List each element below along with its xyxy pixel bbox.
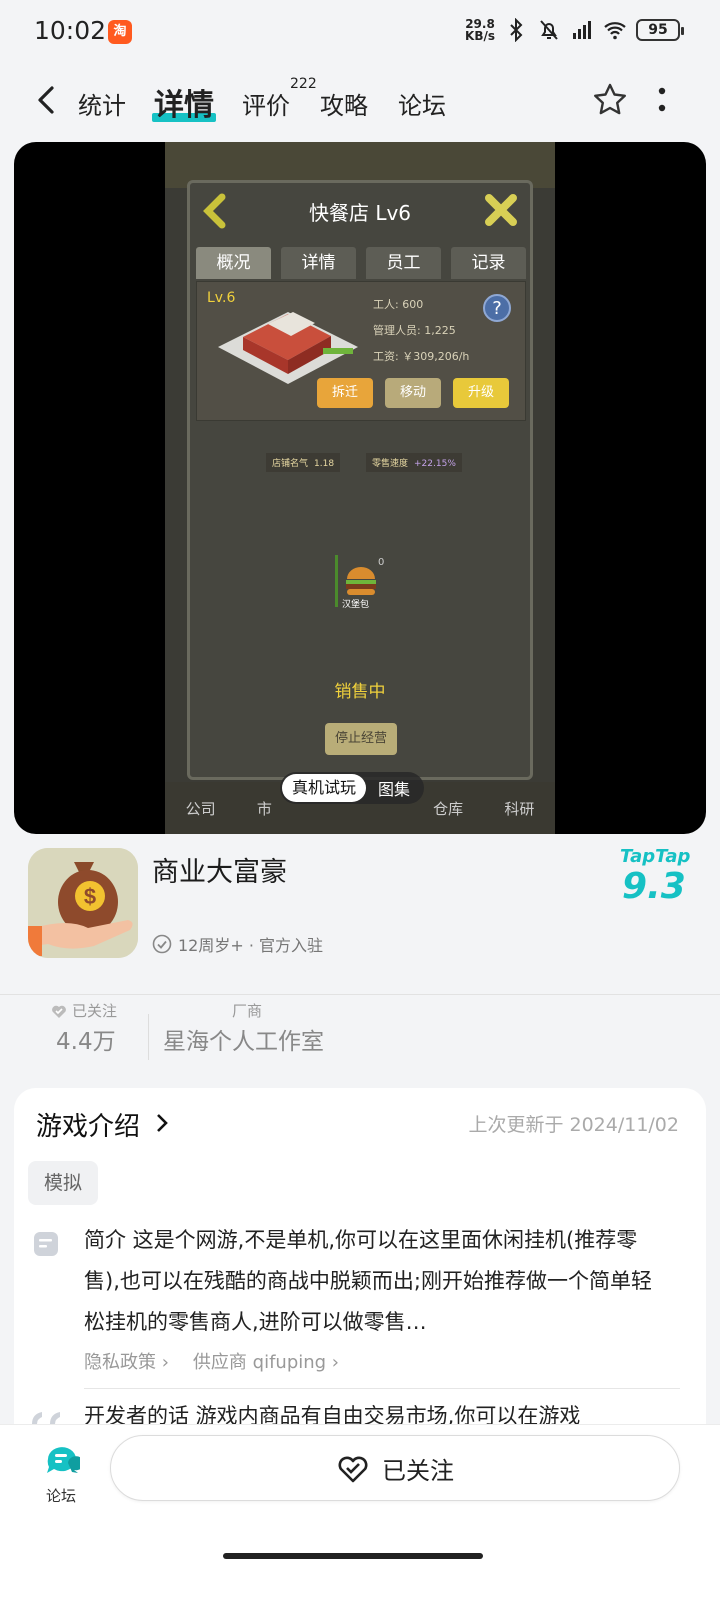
tab-guides[interactable]: 攻略 xyxy=(320,86,368,121)
back-arrow-icon[interactable] xyxy=(30,82,66,118)
tab-forum[interactable]: 论坛 xyxy=(398,86,446,121)
mute-bell-icon xyxy=(540,20,558,40)
game-nav-item: 市 xyxy=(256,799,272,818)
network-speed: 29.8 KB/s xyxy=(465,17,495,43)
follow-stat-value: 4.4万 xyxy=(56,1029,116,1055)
game-help-icon: ? xyxy=(483,294,511,322)
restaurant-building-icon xyxy=(218,312,358,384)
battery-indicator: 95 xyxy=(636,19,684,41)
bottom-action-bar: 论坛 已关注 xyxy=(0,1424,720,1600)
game-retail-speed: 零售速度 +22.15% xyxy=(366,453,462,472)
home-indicator[interactable] xyxy=(223,1553,483,1559)
app-icon: $ xyxy=(28,848,138,958)
game-close-icon xyxy=(485,194,517,226)
vendor-name[interactable]: 星海个人工作室 xyxy=(163,1022,324,1056)
svg-text:$: $ xyxy=(84,884,96,909)
wifi-icon xyxy=(604,22,626,40)
signal-icon xyxy=(573,21,591,39)
game-wage: 工资: ￥309,206/h xyxy=(373,350,470,363)
game-nav-item: 仓库 xyxy=(433,799,464,818)
tab-details[interactable]: 详情 xyxy=(152,80,216,124)
divider xyxy=(0,994,720,995)
review-count: 222 xyxy=(290,76,317,92)
game-tab: 概况 xyxy=(196,247,271,279)
heart-check-icon xyxy=(338,1456,368,1483)
taptap-brand: TapTap xyxy=(620,846,691,867)
follow-button[interactable]: 已关注 xyxy=(110,1435,680,1501)
taobao-notification-icon: 淘 xyxy=(108,20,132,44)
media-switch: 真机试玩 图集 xyxy=(280,772,425,804)
bluetooth-icon xyxy=(510,18,523,42)
game-managers: 管理人员: 1,225 xyxy=(373,324,456,337)
genre-tag[interactable]: 模拟 xyxy=(28,1161,98,1205)
money-bag-icon: $ xyxy=(28,848,138,958)
app-meta: 12周岁+ · 官方入驻 xyxy=(152,932,323,956)
game-tab: 员工 xyxy=(366,247,441,279)
media-viewer[interactable]: 快餐店 Lv6 概况 详情 员工 记录 Lv.6 工人: 600 管理人员: 1… xyxy=(14,142,706,834)
document-icon xyxy=(34,1232,58,1256)
status-time: 10:02 xyxy=(34,16,107,45)
status-icons: 29.8 KB/s 95 xyxy=(465,17,684,43)
forum-label[interactable]: 论坛 xyxy=(46,1485,76,1506)
game-demolish-button: 拆迁 xyxy=(317,378,373,408)
favorite-star-icon[interactable] xyxy=(590,80,630,120)
app-title: 商业大富豪 xyxy=(152,857,287,888)
game-reputation: 店铺名气 1.18 xyxy=(266,453,341,472)
game-overview-panel: Lv.6 工人: 600 管理人员: 1,225 工资: ￥309,206/h … xyxy=(196,281,526,421)
game-tab: 记录 xyxy=(451,247,526,279)
intro-title[interactable]: 游戏介绍 xyxy=(36,1106,140,1143)
game-nav-item: 公司 xyxy=(185,799,216,818)
gallery-toggle[interactable]: 图集 xyxy=(378,776,410,800)
game-tab: 详情 xyxy=(281,247,356,279)
vendor-label: 厂商 xyxy=(232,1002,263,1020)
real-device-trial-toggle[interactable]: 真机试玩 xyxy=(282,774,367,802)
forum-chat-icon[interactable] xyxy=(44,1443,80,1477)
game-stop-button: 停止经营 xyxy=(325,723,397,755)
privacy-policy-link[interactable]: 隐私政策 › xyxy=(84,1348,169,1374)
follow-stat-label: 已关注 xyxy=(50,1000,117,1021)
game-item-name: 汉堡包 xyxy=(342,600,370,610)
game-upgrade-button: 升级 xyxy=(453,378,509,408)
game-nav-item: 科研 xyxy=(504,799,535,818)
stat-separator xyxy=(148,1014,149,1060)
more-options-icon[interactable] xyxy=(654,82,670,118)
status-bar: 10:02 淘 29.8 KB/s 95 xyxy=(0,0,720,66)
last-updated: 上次更新于 2024/11/02 xyxy=(468,1114,679,1136)
heart-check-icon xyxy=(52,1005,66,1018)
game-item-count: 0 xyxy=(378,557,385,568)
game-tabs: 概况 详情 员工 记录 xyxy=(196,247,526,279)
verified-check-icon xyxy=(152,934,172,954)
tab-stats[interactable]: 统计 xyxy=(78,86,126,121)
supplier-link[interactable]: 供应商 qifuping › xyxy=(193,1348,339,1374)
divider xyxy=(84,1388,680,1389)
tab-reviews[interactable]: 评价 xyxy=(242,86,290,121)
game-description[interactable]: 简介 这是个网游,不是单机,你可以在这里面休闲挂机(推荐零售),也可以在残酷的商… xyxy=(84,1220,664,1343)
taptap-score: 9.3 xyxy=(622,866,686,907)
policy-links: 隐私政策 › 供应商 qifuping › xyxy=(84,1348,339,1374)
game-screenshot: 快餐店 Lv6 概况 详情 员工 记录 Lv.6 工人: 600 管理人员: 1… xyxy=(165,142,555,834)
chevron-right-icon[interactable] xyxy=(152,1110,172,1136)
game-dialog: 快餐店 Lv6 概况 详情 员工 记录 Lv.6 工人: 600 管理人员: 1… xyxy=(187,180,533,780)
game-move-button: 移动 xyxy=(385,378,441,408)
game-workers: 工人: 600 xyxy=(373,298,424,311)
top-nav: 统计 详情 评价 222 攻略 论坛 xyxy=(0,66,720,136)
game-selling-status: 销售中 xyxy=(334,682,386,702)
game-dialog-title: 快餐店 Lv6 xyxy=(308,201,412,225)
